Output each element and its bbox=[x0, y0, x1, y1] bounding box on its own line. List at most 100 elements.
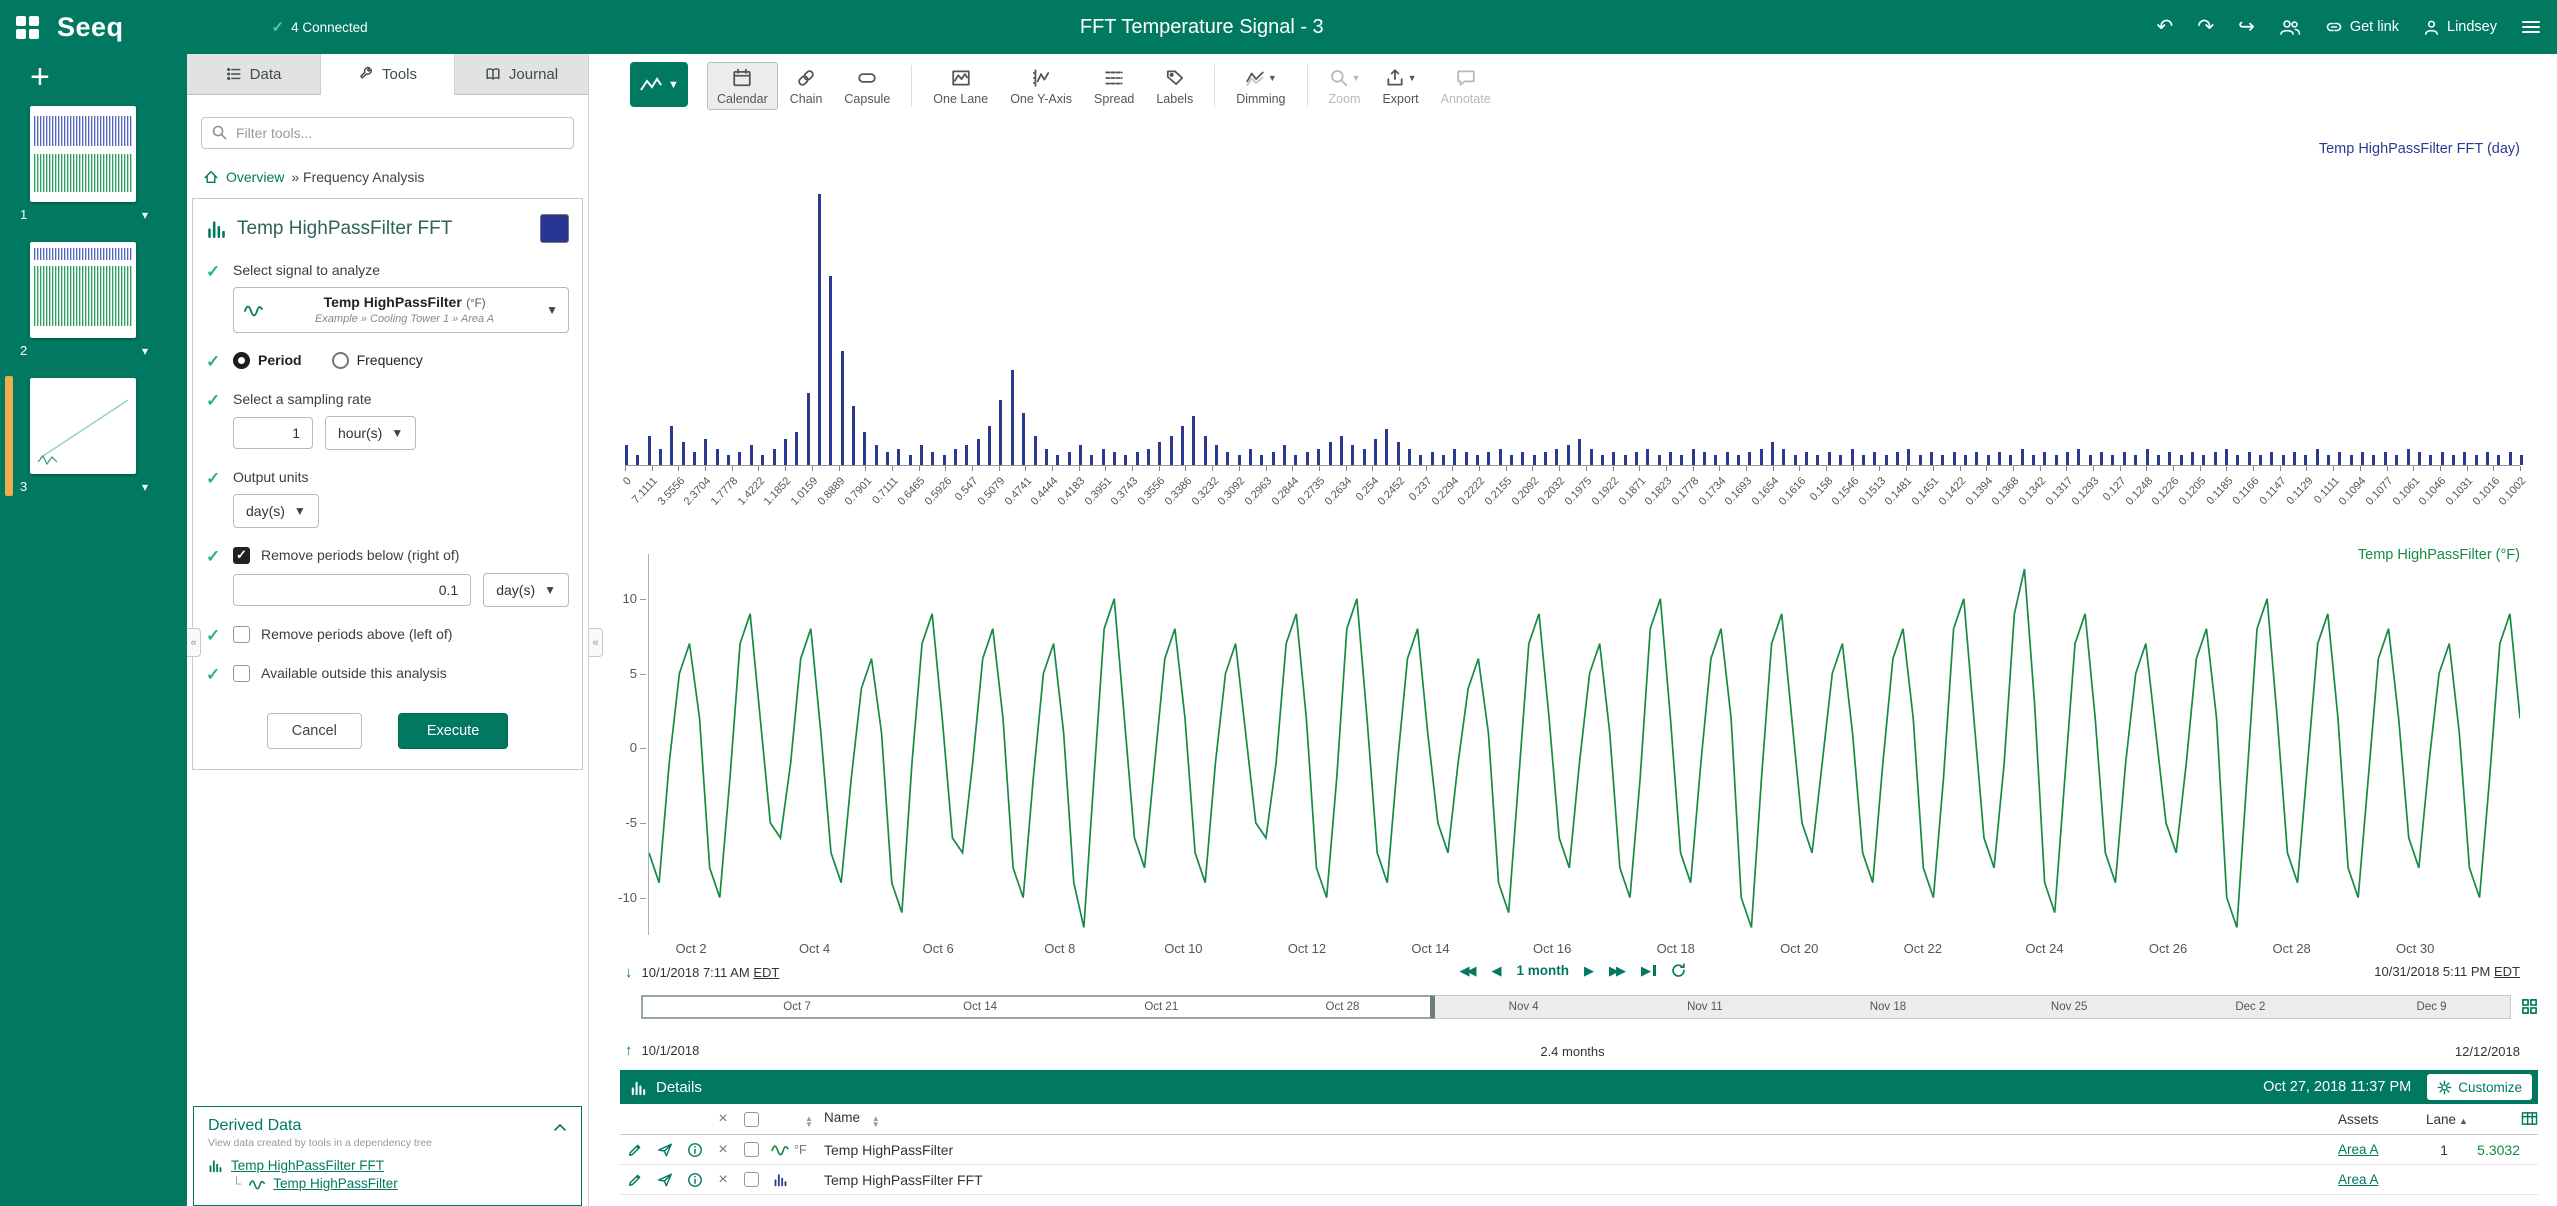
row-checkbox[interactable] bbox=[744, 1172, 759, 1187]
sampling-unit-dropdown[interactable]: hour(s) ▼ bbox=[325, 416, 416, 450]
assets-column-header[interactable]: Assets bbox=[2338, 1112, 2379, 1127]
one-lane-button[interactable]: One Lane bbox=[923, 62, 998, 110]
tab-data[interactable]: Data bbox=[187, 54, 321, 95]
scrubber-track[interactable]: Oct 7Oct 14Oct 21Oct 28Nov 4Nov 11Nov 18… bbox=[641, 995, 2511, 1019]
capsule-button[interactable]: Capsule bbox=[834, 62, 900, 110]
new-worksheet-button[interactable]: + bbox=[30, 60, 187, 94]
scrubber-selection[interactable] bbox=[641, 995, 1435, 1019]
tab-journal[interactable]: Journal bbox=[455, 54, 588, 95]
redo-icon[interactable]: ↷ bbox=[2197, 17, 2214, 37]
seeq-logo[interactable]: Seeq bbox=[57, 12, 124, 43]
worksheet-1-thumbnail[interactable] bbox=[30, 106, 136, 202]
user-menu[interactable]: Lindsey bbox=[2423, 19, 2497, 36]
step-to-end-icon[interactable]: ▶ bbox=[1641, 964, 1656, 977]
scroll-up-icon[interactable]: ↑ bbox=[625, 1042, 633, 1059]
step-forward-full-icon[interactable]: ▶▶ bbox=[1609, 964, 1626, 977]
sampling-rate-input[interactable] bbox=[233, 417, 313, 449]
connection-status[interactable]: ✓ 4 Connected bbox=[272, 18, 368, 36]
details-row-temp-highpassfilter[interactable]: × °F Temp HighPassFilter Area A 1 5.3032 bbox=[620, 1135, 2538, 1165]
chain-button[interactable]: Chain bbox=[780, 62, 833, 110]
info-icon[interactable] bbox=[680, 1172, 710, 1188]
hamburger-menu-icon[interactable] bbox=[2521, 19, 2541, 35]
view-selector-button[interactable]: ▼ bbox=[630, 62, 688, 107]
investigate-start[interactable]: 10/1/2018 bbox=[642, 1043, 700, 1058]
sort-icon[interactable]: ▲▼ bbox=[805, 1116, 813, 1128]
collapse-tools-panel-handle[interactable]: « bbox=[589, 628, 603, 657]
row-name[interactable]: Temp HighPassFilter bbox=[824, 1142, 2338, 1158]
send-icon[interactable] bbox=[650, 1172, 680, 1188]
sort-icon[interactable]: ▲▼ bbox=[872, 1116, 880, 1128]
remove-icon[interactable]: × bbox=[710, 1171, 736, 1189]
remove-below-input[interactable] bbox=[233, 574, 471, 606]
remove-above-checkbox[interactable] bbox=[233, 626, 250, 643]
period-radio[interactable] bbox=[233, 352, 250, 369]
customize-button[interactable]: Customize bbox=[2427, 1074, 2532, 1100]
lane-column-header[interactable]: Lane bbox=[2426, 1112, 2456, 1127]
refresh-icon[interactable] bbox=[1671, 963, 1686, 978]
app-switcher-icon[interactable] bbox=[16, 16, 39, 39]
undo-icon[interactable]: ↶ bbox=[2157, 17, 2174, 37]
derived-item-child-link[interactable]: Temp HighPassFilter bbox=[273, 1176, 398, 1191]
filter-tools-input[interactable] bbox=[201, 117, 574, 149]
worksheet-3-thumbnail[interactable] bbox=[30, 378, 136, 474]
row-asset-link[interactable]: Area A bbox=[2338, 1142, 2379, 1157]
send-icon[interactable] bbox=[650, 1142, 680, 1158]
one-y-axis-button[interactable]: One Y-Axis bbox=[1000, 62, 1082, 110]
investigate-end[interactable]: 12/12/2018 bbox=[2455, 1044, 2520, 1059]
remove-below-unit-dropdown[interactable]: day(s) ▼ bbox=[483, 573, 569, 607]
get-link-button[interactable]: Get link bbox=[2325, 18, 2399, 36]
expand-range-icon[interactable] bbox=[2521, 998, 2538, 1015]
line-y-labels[interactable]: 1050-5-10 bbox=[614, 554, 646, 935]
scroll-down-icon[interactable]: ↓ bbox=[625, 964, 633, 981]
breadcrumb-overview-link[interactable]: Overview bbox=[226, 169, 284, 185]
dimming-button[interactable]: ▼ Dimming bbox=[1226, 62, 1295, 110]
labels-button[interactable]: Labels bbox=[1146, 62, 1203, 110]
info-icon[interactable] bbox=[680, 1142, 710, 1158]
details-row-temp-highpassfilter-fft[interactable]: × Temp HighPassFilter FFT Area A bbox=[620, 1165, 2538, 1195]
derived-item-link[interactable]: Temp HighPassFilter FFT bbox=[231, 1158, 384, 1173]
step-back-full-icon[interactable]: ◀◀ bbox=[1460, 964, 1477, 977]
edit-icon[interactable] bbox=[620, 1142, 650, 1158]
select-all-checkbox[interactable] bbox=[744, 1112, 759, 1127]
frequency-radio[interactable] bbox=[332, 352, 349, 369]
temperature-plot[interactable] bbox=[648, 554, 2520, 935]
spread-button[interactable]: Spread bbox=[1084, 62, 1144, 110]
derived-data-title[interactable]: Derived Data bbox=[208, 1117, 567, 1135]
forward-history-icon[interactable]: ↪ bbox=[2238, 17, 2255, 37]
edit-icon[interactable] bbox=[620, 1172, 650, 1188]
home-icon[interactable] bbox=[203, 169, 219, 185]
remove-all-icon[interactable]: × bbox=[710, 1110, 736, 1128]
execute-button[interactable]: Execute bbox=[398, 713, 508, 749]
output-unit-dropdown[interactable]: day(s) ▼ bbox=[233, 494, 319, 528]
worksheet-2-thumbnail[interactable] bbox=[30, 242, 136, 338]
signal-select-dropdown[interactable]: Temp HighPassFilter (°F) Example » Cooli… bbox=[233, 287, 569, 333]
tab-tools[interactable]: Tools bbox=[321, 54, 455, 95]
cancel-button[interactable]: Cancel bbox=[267, 713, 362, 749]
worksheet-2-menu-icon[interactable]: ▾ bbox=[142, 344, 148, 358]
name-column-header[interactable]: Name bbox=[824, 1110, 860, 1125]
range-start[interactable]: 10/1/2018 7:11 AM EDT bbox=[642, 965, 780, 980]
worksheet-1-menu-icon[interactable]: ▾ bbox=[142, 208, 148, 222]
row-name[interactable]: Temp HighPassFilter FFT bbox=[824, 1172, 2338, 1188]
row-checkbox[interactable] bbox=[744, 1142, 759, 1157]
remove-icon[interactable]: × bbox=[710, 1141, 736, 1159]
users-icon[interactable] bbox=[2279, 18, 2301, 36]
step-back-half-icon[interactable]: ◀ bbox=[1492, 964, 1502, 977]
color-swatch[interactable] bbox=[540, 214, 569, 243]
investigate-duration[interactable]: 2.4 months bbox=[1540, 1044, 1604, 1059]
worksheet-3-menu-icon[interactable]: ▾ bbox=[142, 480, 148, 494]
fft-bars[interactable] bbox=[625, 139, 2520, 466]
remove-below-checkbox[interactable]: ✓ bbox=[233, 547, 250, 564]
annotate-button[interactable]: Annotate bbox=[1431, 62, 1501, 110]
row-asset-link[interactable]: Area A bbox=[2338, 1172, 2379, 1187]
range-duration[interactable]: 1 month bbox=[1517, 963, 1570, 978]
zoom-button[interactable]: ▼ Zoom bbox=[1319, 62, 1371, 110]
export-button[interactable]: ▼ Export bbox=[1372, 62, 1428, 110]
calendar-button[interactable]: Calendar bbox=[707, 62, 778, 110]
add-column-icon[interactable] bbox=[2521, 1111, 2538, 1126]
range-end[interactable]: 10/31/2018 5:11 PM EDT bbox=[2374, 964, 2520, 979]
available-outside-checkbox[interactable] bbox=[233, 665, 250, 682]
collapse-worksheet-strip-handle[interactable]: « bbox=[187, 628, 201, 657]
step-forward-half-icon[interactable]: ▶ bbox=[1584, 964, 1594, 977]
collapse-derived-icon[interactable] bbox=[553, 1119, 567, 1137]
